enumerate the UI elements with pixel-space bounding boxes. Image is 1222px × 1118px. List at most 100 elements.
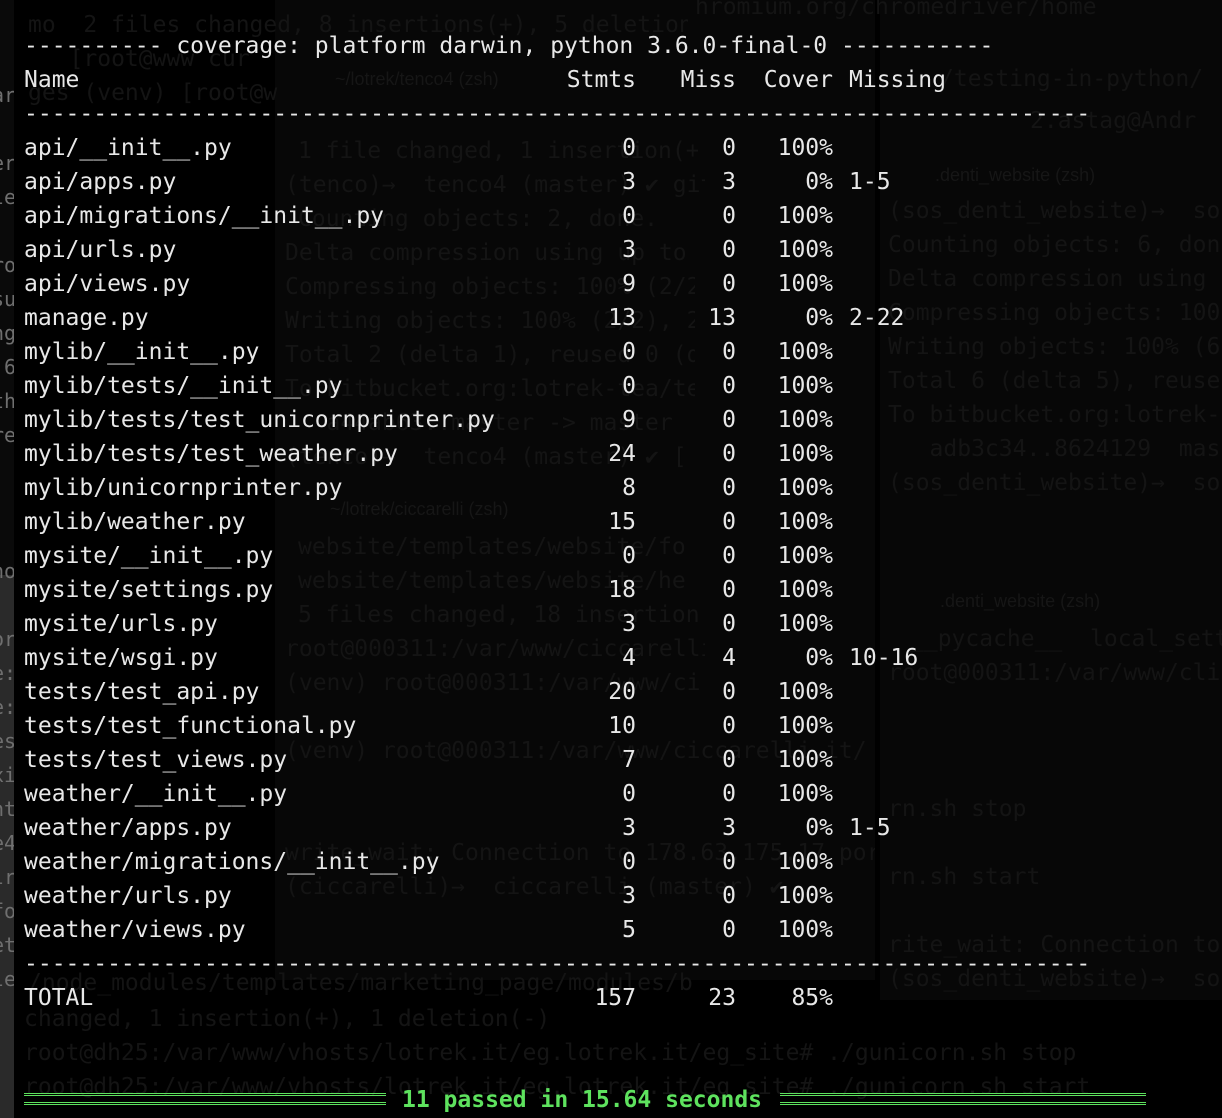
coverage-row: weather/apps.py 3 3 0% 1-5: [24, 811, 1204, 845]
coverage-row: mysite/wsgi.py 4 4 0% 10-16: [24, 641, 1204, 675]
stmts-value: 24: [608, 441, 636, 467]
stmts-value: 5: [622, 917, 636, 943]
file-name: mysite/settings.py: [24, 577, 274, 603]
coverage-row: tests/test_views.py 7 0 100%: [24, 743, 1204, 777]
column-header-missing: Missing: [849, 67, 946, 93]
cover-value: 100%: [777, 475, 833, 501]
file-name: manage.py: [24, 305, 149, 331]
overlapped-window-edge: ar er le ro su ng 6 th re no ) or e: e: …: [0, 0, 14, 1118]
file-name: mylib/unicornprinter.py: [24, 475, 343, 501]
file-name: mysite/__init__.py: [24, 543, 274, 569]
cover-value: 100%: [777, 441, 833, 467]
stmts-value: 8: [622, 475, 636, 501]
cover-value: 0%: [805, 305, 833, 331]
ghost-text: hromium.org/chromedriver/home: [695, 0, 1097, 20]
coverage-row: api/urls.py 3 0 100%: [24, 233, 1204, 267]
stmts-value: 10: [608, 713, 636, 739]
stmts-value: 4: [622, 645, 636, 671]
stmts-value: 0: [622, 135, 636, 161]
coverage-row: mylib/unicornprinter.py 8 0 100%: [24, 471, 1204, 505]
file-name: weather/urls.py: [24, 883, 232, 909]
separator-line: ----------------------------------------…: [24, 97, 1204, 131]
cover-value: 0%: [805, 169, 833, 195]
coverage-row: weather/urls.py 3 0 100%: [24, 879, 1204, 913]
coverage-row: mysite/urls.py 3 0 100%: [24, 607, 1204, 641]
cover-value: 0%: [805, 815, 833, 841]
cover-value: 100%: [777, 781, 833, 807]
cover-value: 100%: [777, 203, 833, 229]
cover-value: 100%: [777, 543, 833, 569]
coverage-row: weather/migrations/__init__.py 0 0 100%: [24, 845, 1204, 879]
separator-text: ----------------------------------------…: [24, 951, 1091, 977]
file-name: weather/apps.py: [24, 815, 232, 841]
file-name: tests/test_api.py: [24, 679, 260, 705]
file-name: tests/test_views.py: [24, 747, 288, 773]
miss-value: 0: [722, 713, 736, 739]
miss-value: 4: [722, 645, 736, 671]
file-name: mylib/tests/__init__.py: [24, 373, 343, 399]
stmts-value: 3: [622, 169, 636, 195]
column-header-stmts: Stmts: [566, 67, 636, 93]
file-name: api/apps.py: [24, 169, 177, 195]
coverage-row: mylib/weather.py 15 0 100%: [24, 505, 1204, 539]
stmts-value: 3: [622, 883, 636, 909]
separator-line: ----------------------------------------…: [24, 947, 1204, 981]
file-name: tests/test_functional.py: [24, 713, 357, 739]
stmts-value: 0: [622, 543, 636, 569]
cover-value: 100%: [777, 747, 833, 773]
total-row: TOTAL 157 23 85%: [24, 981, 1204, 1015]
cover-value: 100%: [777, 679, 833, 705]
stmts-value: 7: [622, 747, 636, 773]
cover-value: 100%: [777, 135, 833, 161]
total-miss: 23: [708, 985, 736, 1011]
cover-value: 100%: [777, 611, 833, 637]
file-name: api/urls.py: [24, 237, 177, 263]
file-name: api/__init__.py: [24, 135, 232, 161]
file-name: weather/__init__.py: [24, 781, 288, 807]
coverage-row: mysite/__init__.py 0 0 100%: [24, 539, 1204, 573]
missing-lines: 1-5: [849, 815, 891, 841]
coverage-row: manage.py 13 13 0% 2-22: [24, 301, 1204, 335]
stmts-value: 13: [608, 305, 636, 331]
file-name: mysite/wsgi.py: [24, 645, 218, 671]
summary-rule-left: [24, 1093, 386, 1105]
miss-value: 0: [722, 849, 736, 875]
coverage-row: tests/test_api.py 20 0 100%: [24, 675, 1204, 709]
miss-value: 0: [722, 543, 736, 569]
cover-value: 100%: [777, 237, 833, 263]
coverage-title: ---------- coverage: platform darwin, py…: [24, 33, 994, 59]
coverage-row: tests/test_functional.py 10 0 100%: [24, 709, 1204, 743]
overlapped-window-text: ar er le ro su ng 6 th re no ) or e: e: …: [0, 83, 14, 1059]
stmts-value: 9: [622, 271, 636, 297]
coverage-row: mylib/tests/__init__.py 0 0 100%: [24, 369, 1204, 403]
file-name: api/migrations/__init__.py: [24, 203, 385, 229]
stmts-value: 18: [608, 577, 636, 603]
cover-value: 100%: [777, 917, 833, 943]
miss-value: 0: [722, 475, 736, 501]
cover-value: 100%: [777, 849, 833, 875]
miss-value: 0: [722, 577, 736, 603]
stmts-value: 3: [622, 815, 636, 841]
miss-value: 0: [722, 339, 736, 365]
stmts-value: 0: [622, 339, 636, 365]
coverage-report: ---------- coverage: platform darwin, py…: [24, 29, 1204, 1015]
coverage-row: api/apps.py 3 3 0% 1-5: [24, 165, 1204, 199]
miss-value: 0: [722, 747, 736, 773]
stmts-value: 0: [622, 373, 636, 399]
miss-value: 0: [722, 781, 736, 807]
missing-lines: 1-5: [849, 169, 891, 195]
column-header-miss: Miss: [680, 67, 736, 93]
terminal-window[interactable]: mo 2 files changed, 8 insertions(+), 5 d…: [0, 0, 1222, 1118]
file-name: mysite/urls.py: [24, 611, 218, 637]
missing-lines: 2-22: [849, 305, 905, 331]
coverage-row: mylib/tests/test_weather.py 24 0 100%: [24, 437, 1204, 471]
miss-value: 3: [722, 815, 736, 841]
total-label: TOTAL: [24, 985, 94, 1011]
coverage-row: api/__init__.py 0 0 100%: [24, 131, 1204, 165]
file-name: mylib/tests/test_unicornprinter.py: [24, 407, 495, 433]
cover-value: 100%: [777, 271, 833, 297]
cover-value: 100%: [777, 577, 833, 603]
column-header-name: Name: [24, 67, 80, 93]
coverage-row: api/migrations/__init__.py 0 0 100%: [24, 199, 1204, 233]
coverage-row: api/views.py 9 0 100%: [24, 267, 1204, 301]
